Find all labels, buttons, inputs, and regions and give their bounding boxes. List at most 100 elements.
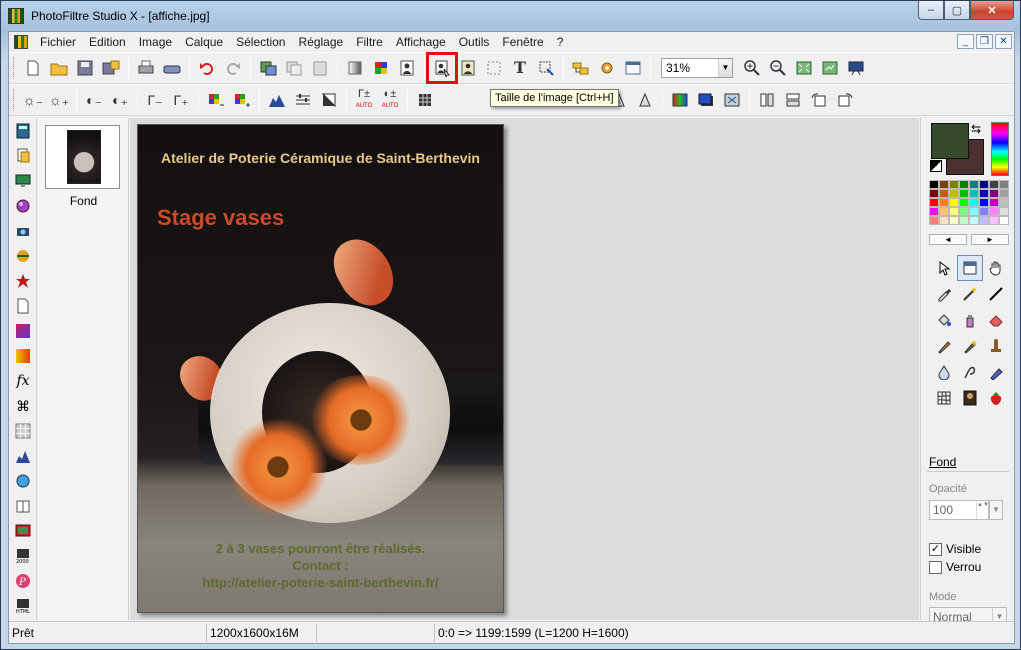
open-folder-icon[interactable] <box>47 56 71 80</box>
palette-swatch[interactable] <box>949 180 959 189</box>
foreground-color-swatch[interactable] <box>931 123 969 159</box>
texture-icon[interactable] <box>720 88 744 112</box>
scanner-icon[interactable] <box>160 56 184 80</box>
menu-outils[interactable]: Outils <box>453 32 497 52</box>
palette-swatch[interactable] <box>939 180 949 189</box>
strawberry-tool-icon[interactable] <box>983 385 1009 411</box>
lock-checkbox[interactable]: Verrou <box>929 560 981 574</box>
gamma-minus-icon[interactable]: Γ₋ <box>143 88 167 112</box>
eraser-tool-icon[interactable] <box>983 307 1009 333</box>
palette-swatch[interactable] <box>979 216 989 225</box>
crop-selection-icon[interactable] <box>482 56 506 80</box>
shadow-frame-icon[interactable] <box>694 88 718 112</box>
menu-reglage[interactable]: Réglage <box>292 32 350 52</box>
visible-checkbox-box[interactable]: ✓ <box>929 542 942 556</box>
portrait-tool-icon[interactable] <box>957 385 983 411</box>
command-icon[interactable]: ⌘ <box>11 394 35 418</box>
palette-next-icon[interactable]: ► <box>971 234 1009 245</box>
grid-icon[interactable] <box>11 419 35 443</box>
doc-restore-button[interactable]: ❐ <box>976 34 993 49</box>
menu-fenetre[interactable]: Fenêtre <box>496 32 550 52</box>
photofiltre-app-icon[interactable] <box>8 8 24 24</box>
eyedropper-tool-icon[interactable] <box>931 281 957 307</box>
fit-to-window-icon[interactable] <box>792 56 816 80</box>
sphere-purple-icon[interactable] <box>11 194 35 218</box>
save-icon[interactable] <box>73 56 97 80</box>
smudge-tool-icon[interactable] <box>957 359 983 385</box>
menu-selection[interactable]: Sélection <box>230 32 292 52</box>
magic-wand-tool-icon[interactable] <box>957 281 983 307</box>
palette-swatch[interactable] <box>979 198 989 207</box>
rotate-right-icon[interactable] <box>833 88 857 112</box>
palette-swatch[interactable] <box>969 216 979 225</box>
gradient-orange-icon[interactable] <box>11 344 35 368</box>
palette-swatch[interactable] <box>989 180 999 189</box>
blur-drop-tool-icon[interactable] <box>931 359 957 385</box>
palette-swatch[interactable] <box>999 207 1009 216</box>
menu-fichier[interactable]: Fichier <box>34 32 83 52</box>
page-icon[interactable] <box>11 294 35 318</box>
palette-swatch[interactable] <box>959 216 969 225</box>
zoom-out-icon[interactable] <box>766 56 790 80</box>
minimize-button[interactable]: – <box>918 1 944 20</box>
palette-prev-icon[interactable]: ◄ <box>929 234 967 245</box>
brightness-plus-icon[interactable]: ☼₊ <box>47 88 71 112</box>
gradient-fill-icon[interactable] <box>668 88 692 112</box>
new-file-icon[interactable] <box>21 56 45 80</box>
opacity-spinner[interactable]: 100 ▲▼ <box>929 500 989 520</box>
save-html-icon[interactable]: HTML <box>11 594 35 618</box>
layer-thumbnail[interactable] <box>45 125 120 189</box>
pf-logo-icon[interactable]: P <box>11 569 35 593</box>
color-palette-icon[interactable] <box>369 56 393 80</box>
palette-swatch[interactable] <box>959 180 969 189</box>
palette-swatch[interactable] <box>929 198 939 207</box>
palette-swatch[interactable] <box>949 198 959 207</box>
brightness-minus-icon[interactable]: ☼₋ <box>21 88 45 112</box>
flip-vertical-icon[interactable] <box>781 88 805 112</box>
title-bar[interactable]: PhotoFiltre Studio X - [affiche.jpg] – ▢… <box>1 1 1020 31</box>
menu-image[interactable]: Image <box>133 32 179 52</box>
palette-swatch[interactable] <box>939 216 949 225</box>
paste-new-image-icon[interactable] <box>256 56 280 80</box>
copy-icon[interactable] <box>282 56 306 80</box>
swap-colors-icon[interactable]: ⇆ <box>971 122 981 136</box>
palette-swatch[interactable] <box>939 207 949 216</box>
saturation-minus-icon[interactable] <box>204 88 228 112</box>
lock-checkbox-box[interactable] <box>929 560 942 574</box>
palette-swatch[interactable] <box>999 216 1009 225</box>
emboss-icon[interactable] <box>633 88 657 112</box>
image-canvas[interactable]: Atelier de Poterie Céramique de Saint-Be… <box>137 124 504 613</box>
monitor-icon[interactable] <box>11 169 35 193</box>
opacity-dropdown-icon[interactable]: ▼ <box>989 500 1003 520</box>
palette-swatch[interactable] <box>969 189 979 198</box>
document-icon[interactable] <box>14 35 28 49</box>
palette-swatch[interactable] <box>929 180 939 189</box>
gamma-plus-icon[interactable]: Γ₊ <box>169 88 193 112</box>
camera-icon[interactable] <box>11 219 35 243</box>
print-icon[interactable] <box>134 56 158 80</box>
undo-icon[interactable] <box>195 56 219 80</box>
doc-close-button[interactable]: ✕ <box>995 34 1012 49</box>
doc-minimize-button[interactable]: _ <box>957 34 974 49</box>
palette-swatch[interactable] <box>949 189 959 198</box>
menu-calque[interactable]: Calque <box>179 32 230 52</box>
canvas-size-icon[interactable] <box>456 56 480 80</box>
palette-swatch[interactable] <box>929 207 939 216</box>
zoom-dropdown-arrow-icon[interactable]: ▼ <box>718 59 732 77</box>
toolbar-grip[interactable] <box>13 57 16 79</box>
gradient-purple-icon[interactable] <box>11 319 35 343</box>
palette-swatch[interactable] <box>969 207 979 216</box>
palette-swatch[interactable] <box>939 189 949 198</box>
calculator-icon[interactable] <box>11 119 35 143</box>
toolbar-grip[interactable] <box>13 89 16 111</box>
function-fx-icon[interactable]: fx <box>11 369 35 393</box>
documents-icon[interactable] <box>11 144 35 168</box>
mosaic-icon[interactable] <box>413 88 437 112</box>
palette-swatch[interactable] <box>959 198 969 207</box>
palette-swatch[interactable] <box>949 216 959 225</box>
flip-horizontal-icon[interactable] <box>755 88 779 112</box>
histogram-icon[interactable] <box>11 444 35 468</box>
contrast-minus-icon[interactable]: ◐₋ <box>82 88 106 112</box>
contrast-plus-icon[interactable]: ◐₊ <box>108 88 132 112</box>
actual-size-icon[interactable] <box>818 56 842 80</box>
